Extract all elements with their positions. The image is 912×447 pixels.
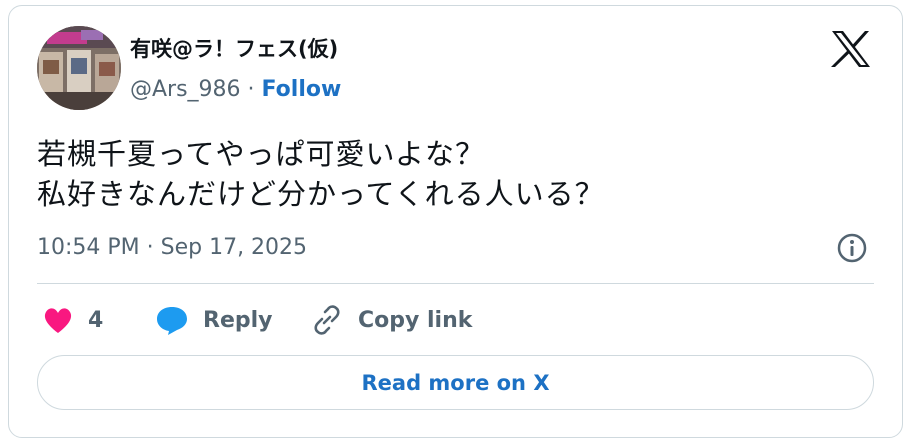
x-logo-icon[interactable] (831, 30, 871, 68)
link-icon (314, 305, 340, 335)
avatar[interactable] (37, 26, 121, 110)
tweet-text-line: 私好きなんだけど分かってくれる人いる？ (37, 177, 605, 211)
author-handle[interactable]: @Ars_986 (130, 77, 241, 102)
divider (37, 283, 874, 284)
tweet-timestamp[interactable]: 10:54 PM · Sep 17, 2025 (37, 233, 307, 263)
reply-button[interactable]: Reply (155, 300, 273, 340)
like-button[interactable]: 4 (42, 300, 103, 340)
heart-icon (44, 308, 72, 333)
action-bar: 4 Reply Copy link (37, 300, 877, 340)
handle-separator: · (240, 77, 262, 102)
copy-link-label: Copy link (358, 307, 473, 333)
info-icon[interactable] (836, 232, 868, 264)
author-handle-row: @Ars_986 · Follow (130, 76, 341, 104)
author-display-name[interactable]: 有咲@ラ！フェス(仮) (130, 36, 338, 62)
reply-bubble-icon (157, 307, 187, 335)
tweet-text-line: 若槻千夏ってやっぱ可愛いよな？ (37, 137, 485, 171)
read-more-button[interactable]: Read more on X (37, 355, 874, 410)
follow-link[interactable]: Follow (262, 77, 342, 102)
copy-link-button[interactable]: Copy link (310, 300, 472, 340)
tweet-text: 若槻千夏ってやっぱ可愛いよな？ 私好きなんだけど分かってくれる人いる？ (37, 134, 605, 214)
like-count: 4 (88, 307, 104, 333)
reply-label: Reply (203, 307, 273, 333)
